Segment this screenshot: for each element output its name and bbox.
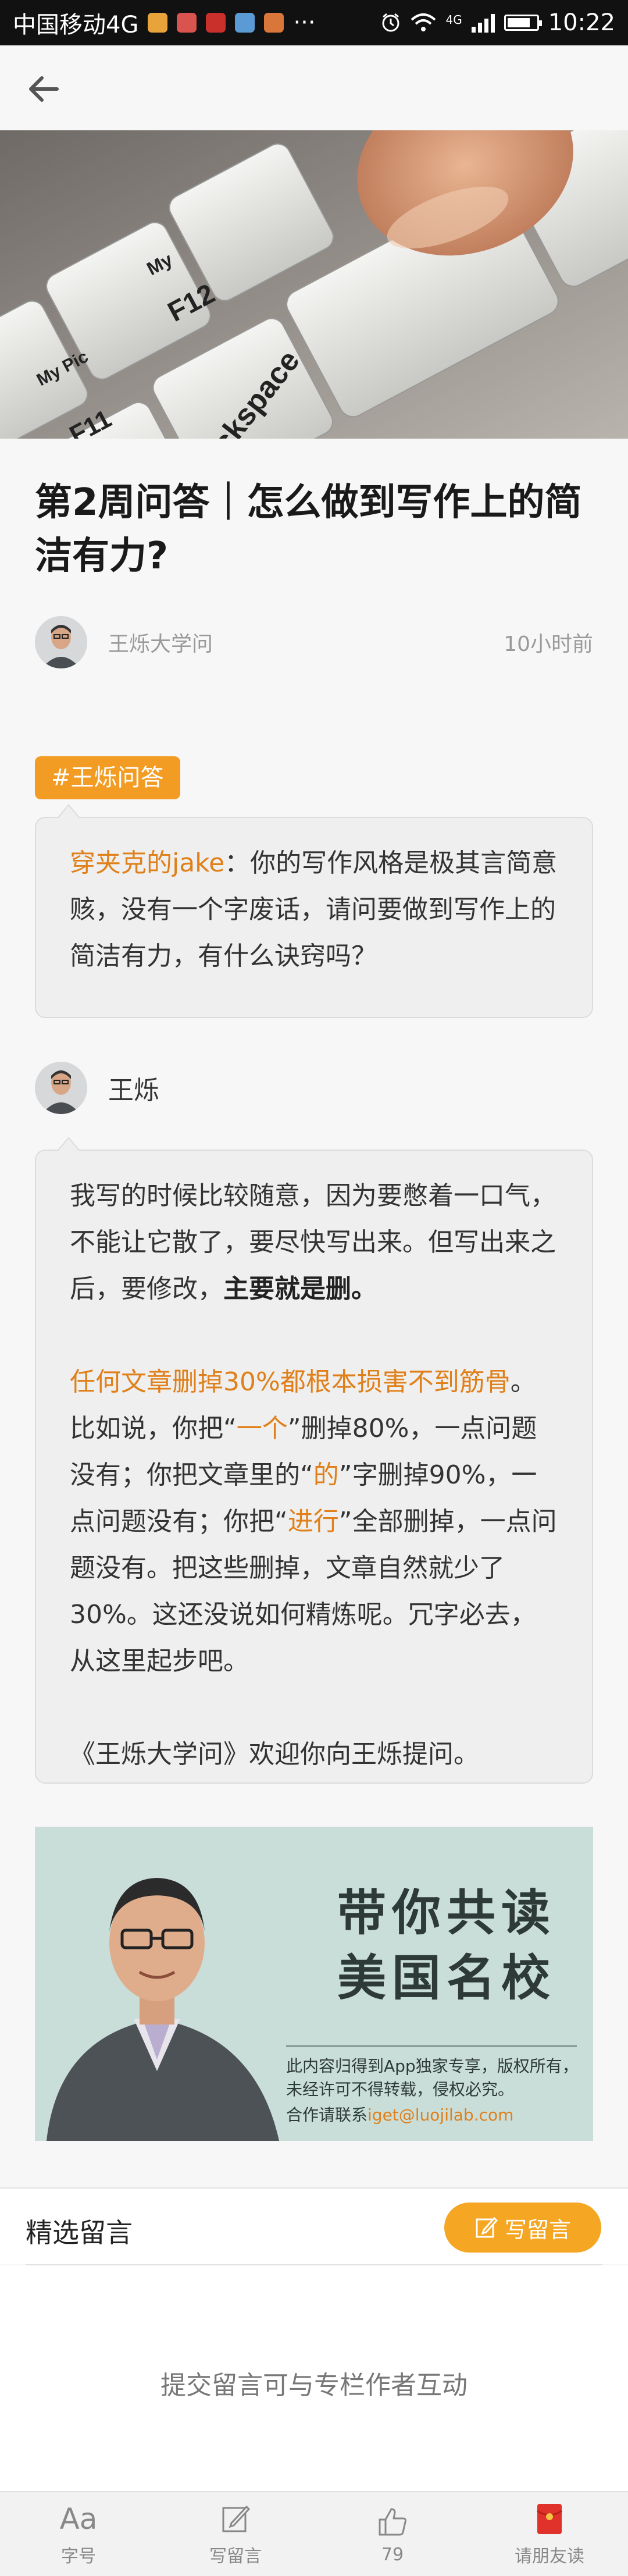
highlight-word: 进行 <box>287 1507 339 1536</box>
font-size-label: 字号 <box>61 2546 96 2567</box>
responder-name: 王烁 <box>108 1076 159 1105</box>
answer-p1-bold: 主要就是删。 <box>223 1274 377 1304</box>
responder-row: 王烁 <box>35 1060 159 1116</box>
contact-line: 合作请联系iget@luojilab.com <box>286 2102 513 2126</box>
highlight-word: 一个 <box>236 1414 288 1443</box>
answer-paragraph-3: 《王烁大学问》欢迎你向王烁提问。 <box>70 1739 479 1769</box>
answer-bubble: 我写的时候比较随意，因为要憋着一口气，不能让它散了，要尽快写出来。但写出来之后，… <box>35 1137 593 1784</box>
app-notification-icon <box>177 13 197 33</box>
edit-icon <box>476 2216 498 2238</box>
comments-empty-text: 提交留言可与专栏作者互动 <box>160 2371 468 2400</box>
network-type: 4G <box>445 13 462 27</box>
font-size-icon: Aa <box>59 2502 98 2536</box>
promo-banner[interactable]: 带你共读 美国名校 此内容归得到App独家专享，版权所有，未经许可不得转载，侵权… <box>35 1827 593 2141</box>
invite-friend-button[interactable]: 请朋友读 <box>471 2492 628 2576</box>
answer-paragraph-2: 任何文章删掉30%都根本损害不到筋骨。比如说，你把“一个”删掉80%，一点问题没… <box>70 1359 558 1685</box>
overflow-dots: ··· <box>293 9 316 36</box>
edit-icon <box>220 2501 251 2537</box>
comments-area: 提交留言可与专栏作者互动 <box>0 2265 628 2491</box>
app-notification-icon <box>148 13 168 33</box>
comments-title: 精选留言 <box>26 2217 133 2248</box>
question-text: 穿夹克的jake：你的写作风格是极其言简意赅，没有一个字废话，请问要做到写作上的… <box>70 840 558 980</box>
write-comment-tab-label: 写留言 <box>209 2546 262 2567</box>
promo-headline: 带你共读 美国名校 <box>337 1880 581 2011</box>
status-bar: 中国移动4G ··· 4G 10:22 <box>0 0 628 45</box>
write-comment-label: 写留言 <box>504 2216 571 2243</box>
keyboard-illustration: My Pic F11 F12 My Backspace ← <box>0 130 628 439</box>
comments-header: 精选留言 写留言 <box>0 2189 628 2264</box>
like-button[interactable]: 79 <box>314 2492 471 2576</box>
hero-image: My Pic F11 F12 My Backspace ← <box>0 130 628 439</box>
bottom-toolbar: Aa 字号 写留言 79 请朋友读 <box>0 2491 628 2576</box>
contact-email[interactable]: iget@luojilab.com <box>367 2105 513 2125</box>
author-row: 王烁大学问 10小时前 <box>35 614 593 670</box>
post-time: 10小时前 <box>504 632 593 656</box>
copyright-note: 此内容归得到App独家专享，版权所有，未经许可不得转载，侵权必究。 <box>286 2056 579 2099</box>
answer-paragraph-1: 我写的时候比较随意，因为要憋着一口气，不能让它散了，要尽快写出来。但写出来之后，… <box>70 1173 558 1312</box>
wifi-icon <box>411 13 436 31</box>
thumbs-up-icon <box>376 2504 409 2540</box>
font-size-button[interactable]: Aa 字号 <box>0 2492 157 2576</box>
promo-headline-line-2: 美国名校 <box>337 1949 556 2006</box>
topic-tag[interactable]: #王烁问答 <box>35 756 180 799</box>
status-right: 4G 10:22 <box>380 9 615 36</box>
author-avatar[interactable] <box>35 616 87 668</box>
question-bubble: 穿夹克的jake：你的写作风格是极其言简意赅，没有一个字废话，请问要做到写作上的… <box>35 804 593 1018</box>
carrier-label: 中国移动4G <box>13 12 139 38</box>
promo-portrait <box>35 1827 302 2141</box>
app-notification-icon <box>206 13 226 33</box>
answer-key-point: 任何文章删掉30%都根本损害不到筋骨 <box>70 1367 511 1397</box>
signal-icon <box>471 13 495 33</box>
clock: 10:22 <box>548 9 615 36</box>
status-left: 中国移动4G ··· <box>13 6 316 40</box>
back-arrow-icon[interactable] <box>23 69 64 109</box>
like-count: 79 <box>381 2544 404 2565</box>
responder-avatar[interactable] <box>35 1062 87 1114</box>
app-notification-icon <box>264 13 284 33</box>
app-notification-icon <box>235 13 255 33</box>
write-comment-tab[interactable]: 写留言 <box>157 2492 314 2576</box>
alarm-icon <box>382 13 399 32</box>
author-name[interactable]: 王烁大学问 <box>108 627 213 657</box>
article-title: 第2周问答｜怎么做到写作上的简洁有力? <box>35 481 582 578</box>
red-envelope-icon <box>536 2501 563 2537</box>
highlight-word: 的 <box>313 1460 339 1490</box>
asker-name[interactable]: 穿夹克的jake <box>70 848 224 878</box>
invite-friend-label: 请朋友读 <box>515 2546 584 2567</box>
contact-label: 合作请联系 <box>286 2105 368 2125</box>
promo-divider <box>286 2045 577 2047</box>
nav-bar <box>0 45 628 130</box>
write-comment-button[interactable]: 写留言 <box>444 2203 601 2253</box>
battery-icon <box>504 15 542 31</box>
promo-headline-line-1: 带你共读 <box>337 1884 556 1941</box>
